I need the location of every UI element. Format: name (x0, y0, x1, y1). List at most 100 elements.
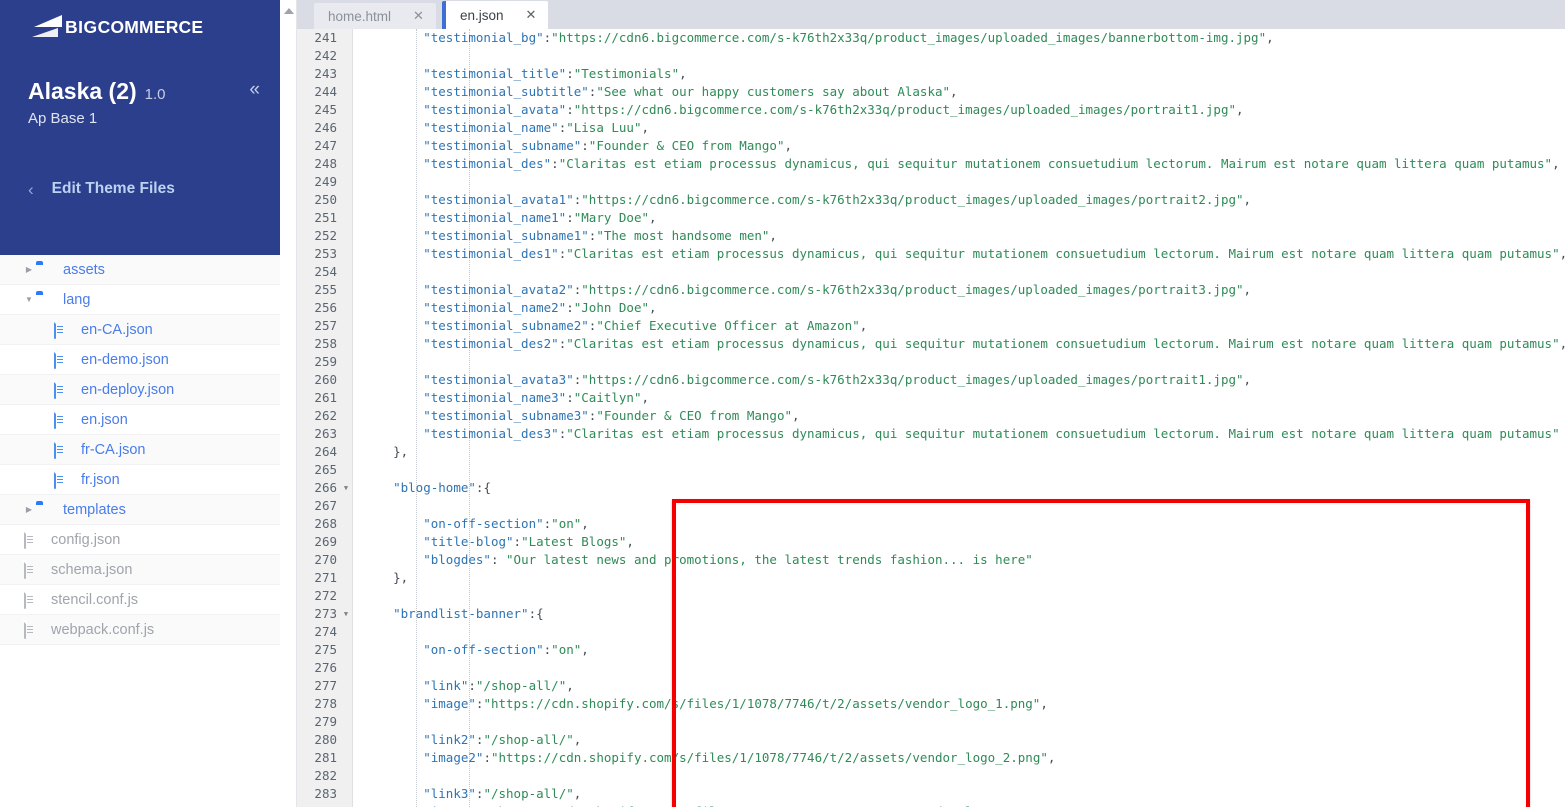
tree-item-fr-json[interactable]: fr.json (0, 465, 280, 495)
code-line[interactable]: 253 "testimonial_des1":"Claritas est eti… (297, 245, 1565, 263)
code-line[interactable]: 268 "on-off-section":"on", (297, 515, 1565, 533)
file-tree[interactable]: ▶ assets ▼ lang en-CA.json en-demo.json en-dep… (0, 255, 280, 807)
tree-item-config-json[interactable]: config.json (0, 525, 280, 555)
tree-item-label: config.json (51, 531, 121, 548)
code-line[interactable]: 275 "on-off-section":"on", (297, 641, 1565, 659)
code-line[interactable]: 241 "testimonial_bg":"https://cdn6.bigco… (297, 29, 1565, 47)
tree-item-lang[interactable]: ▼ lang (0, 285, 280, 315)
code-line[interactable]: 264 }, (297, 443, 1565, 461)
code-line[interactable]: 265 (297, 461, 1565, 479)
tree-item-en-json[interactable]: en.json (0, 405, 280, 435)
code-fold-toggle-icon[interactable]: ▼ (341, 479, 351, 497)
code-line[interactable]: 258 "testimonial_des2":"Claritas est eti… (297, 335, 1565, 353)
tree-item-fr-ca-json[interactable]: fr-CA.json (0, 435, 280, 465)
theme-version: 1.0 (144, 86, 166, 103)
folder-icon (36, 292, 56, 308)
code-line[interactable]: 274 (297, 623, 1565, 641)
code-text: "testimonial_subtitle":"See what our hap… (423, 84, 958, 99)
chevron-right-icon[interactable]: ▶ (22, 265, 36, 274)
line-number: 276 (314, 660, 337, 675)
code-text: "blog-home":{ (393, 480, 491, 495)
code-line[interactable]: 256 "testimonial_name2":"John Doe", (297, 299, 1565, 317)
code-line[interactable]: 248 "testimonial_des":"Claritas est etia… (297, 155, 1565, 173)
code-line[interactable]: 259 (297, 353, 1565, 371)
collapse-sidebar-icon[interactable]: « (249, 80, 260, 99)
code-line[interactable]: 257 "testimonial_subname2":"Chief Execut… (297, 317, 1565, 335)
tab-home-html[interactable]: home.html ✕ (314, 3, 436, 29)
code-line[interactable]: 277 "link":"/shop-all/", (297, 677, 1565, 695)
tree-item-webpack-conf-js[interactable]: webpack.conf.js (0, 615, 280, 645)
code-line[interactable]: 271 }, (297, 569, 1565, 587)
tab-en-json[interactable]: en.json ✕ (442, 1, 549, 29)
line-number: 266 (314, 480, 337, 495)
tree-item-en-deploy-json[interactable]: en-deploy.json (0, 375, 280, 405)
line-number: 275 (314, 642, 337, 657)
line-number: 274 (314, 624, 337, 639)
code-line[interactable]: 245 "testimonial_avata":"https://cdn6.bi… (297, 101, 1565, 119)
code-line[interactable]: 254 (297, 263, 1565, 281)
code-line[interactable]: 242 (297, 47, 1565, 65)
line-number: 241 (314, 30, 337, 45)
line-number: 245 (314, 102, 337, 117)
code-text: "image3":"https://cdn.shopify.com/s/file… (363, 803, 1055, 807)
code-line[interactable]: 252 "testimonial_subname1":"The most han… (297, 227, 1565, 245)
tree-item-en-demo-json[interactable]: en-demo.json (0, 345, 280, 375)
line-number: 282 (314, 768, 337, 783)
code-editor[interactable]: 241 "testimonial_bg":"https://cdn6.bigco… (297, 29, 1565, 807)
edit-theme-files-button[interactable]: ‹ Edit Theme Files (28, 180, 175, 198)
code-line[interactable]: 270 "blogdes": "Our latest news and prom… (297, 551, 1565, 569)
code-line[interactable]: 280 "link2":"/shop-all/", (297, 731, 1565, 749)
document-glyph (54, 440, 56, 459)
chevron-right-icon[interactable]: ▶ (22, 505, 36, 514)
line-number: 280 (314, 732, 337, 747)
close-icon[interactable]: ✕ (526, 7, 537, 23)
tree-item-label: en-CA.json (81, 321, 153, 338)
tree-item-label: fr.json (81, 471, 120, 488)
tree-item-en-ca-json[interactable]: en-CA.json (0, 315, 280, 345)
code-line[interactable]: 255 "testimonial_avata2":"https://cdn6.b… (297, 281, 1565, 299)
code-line[interactable]: 272 (297, 587, 1565, 605)
chevron-down-icon[interactable]: ▼ (22, 295, 36, 304)
brand-wordmark: BIGCOMMERCE (65, 17, 203, 38)
code-line[interactable]: 261 "testimonial_name3":"Caitlyn", (297, 389, 1565, 407)
tree-item-label: en.json (81, 411, 128, 428)
file-icon (24, 590, 44, 609)
code-line[interactable]: 243 "testimonial_title":"Testimonials", (297, 65, 1565, 83)
tree-item-stencil-conf-js[interactable]: stencil.conf.js (0, 585, 280, 615)
tree-item-label: assets (63, 261, 105, 278)
code-line[interactable]: 279 (297, 713, 1565, 731)
code-line[interactable]: 283 "link3":"/shop-all/", (297, 785, 1565, 803)
code-line[interactable]: 269 "title-blog":"Latest Blogs", (297, 533, 1565, 551)
line-number: 257 (314, 318, 337, 333)
code-line[interactable]: 262 "testimonial_subname3":"Founder & CE… (297, 407, 1565, 425)
code-line[interactable]: 251 "testimonial_name1":"Mary Doe", (297, 209, 1565, 227)
editor-vertical-scrollbar[interactable] (280, 0, 297, 807)
code-line[interactable]: 273 ▼ "brandlist-banner":{ (297, 605, 1565, 623)
tree-item-schema-json[interactable]: schema.json (0, 555, 280, 585)
code-line[interactable]: 249 (297, 173, 1565, 191)
code-text: "testimonial_name2":"John Doe", (423, 300, 657, 315)
code-line[interactable]: 244 "testimonial_subtitle":"See what our… (297, 83, 1565, 101)
code-line[interactable]: 278 "image":"https://cdn.shopify.com/s/f… (297, 695, 1565, 713)
file-icon (54, 350, 74, 369)
code-line[interactable]: 266 ▼ "blog-home":{ (297, 479, 1565, 497)
code-line[interactable]: 260 "testimonial_avata3":"https://cdn6.b… (297, 371, 1565, 389)
close-icon[interactable]: ✕ (413, 8, 424, 24)
code-line[interactable]: 281 "image2":"https://cdn.shopify.com/s/… (297, 749, 1565, 767)
code-line[interactable]: 284 "image3":"https://cdn.shopify.com/s/… (297, 803, 1565, 807)
code-line[interactable]: 267 (297, 497, 1565, 515)
code-content[interactable]: 241 "testimonial_bg":"https://cdn6.bigco… (297, 29, 1565, 807)
code-line[interactable]: 276 (297, 659, 1565, 677)
tree-item-templates[interactable]: ▶ templates (0, 495, 280, 525)
code-line[interactable]: 247 "testimonial_subname":"Founder & CEO… (297, 137, 1565, 155)
code-line[interactable]: 263 "testimonial_des3":"Claritas est eti… (297, 425, 1565, 443)
code-fold-toggle-icon[interactable]: ▼ (341, 605, 351, 623)
scroll-up-arrow-icon[interactable] (284, 8, 294, 14)
code-line[interactable]: 250 "testimonial_avata1":"https://cdn6.b… (297, 191, 1565, 209)
tree-item-assets[interactable]: ▶ assets (0, 255, 280, 285)
code-text: "on-off-section":"on", (423, 516, 589, 531)
code-line[interactable]: 246 "testimonial_name":"Lisa Luu", (297, 119, 1565, 137)
code-line[interactable]: 282 (297, 767, 1565, 785)
tree-item-label: webpack.conf.js (51, 621, 155, 638)
code-text: "link":"/shop-all/", (423, 678, 574, 693)
